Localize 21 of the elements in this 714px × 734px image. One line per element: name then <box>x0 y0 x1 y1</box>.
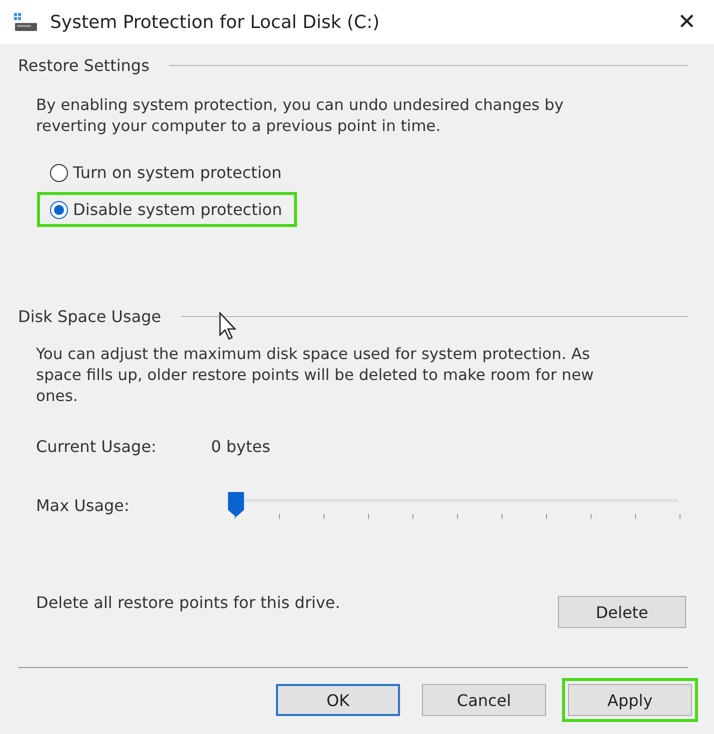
close-button[interactable]: ✕ <box>672 10 702 34</box>
field-label: Current Usage: <box>36 437 158 456</box>
radio-label[interactable]: Turn on system protection <box>73 163 282 182</box>
delete-description: Delete all restore points for this drive. <box>36 592 340 612</box>
usage-value: 0 bytes <box>211 437 270 456</box>
dialog-button[interactable]: Cancel <box>422 684 546 716</box>
dialog-button[interactable]: OK <box>276 684 400 716</box>
radio-label[interactable]: Disable system protection <box>73 200 282 219</box>
window-title: System Protection for Local Disk (C:) <box>50 12 381 32</box>
group-heading: Restore Settings <box>18 56 150 75</box>
radio-button[interactable] <box>50 164 68 182</box>
delete-button[interactable]: Delete <box>558 596 686 628</box>
slider-thumb[interactable] <box>226 490 246 518</box>
field-label: Max Usage: <box>36 496 130 514</box>
usage-slider[interactable] <box>226 490 678 520</box>
description-text: By enabling system protection, you can undo undesired changes by reverting your computer to a previous point in time. <box>36 95 564 137</box>
dialog-button[interactable]: Apply <box>568 684 692 716</box>
description-text: You can adjust the maximum disk space used for system protection. As space fills up, older restore points will be deleted to make room for new ones. <box>36 344 595 407</box>
drive-icon <box>12 11 38 33</box>
radio-button[interactable] <box>50 200 68 218</box>
group-heading: Disk Space Usage <box>18 307 162 326</box>
